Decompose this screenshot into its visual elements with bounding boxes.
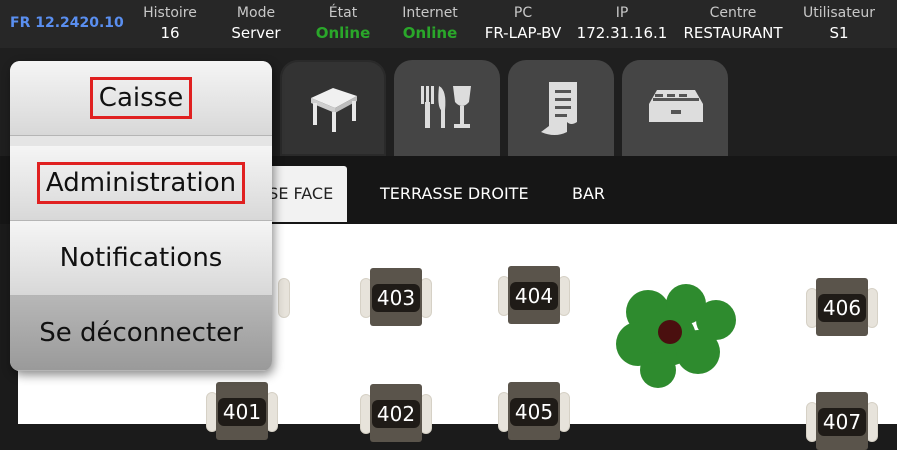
- tab-bar[interactable]: BAR: [572, 166, 605, 222]
- status-value: FR-LAP-BV: [484, 24, 562, 42]
- table-icon: [311, 88, 357, 132]
- status-label: Utilisateur: [802, 5, 875, 21]
- tab-terrasse-droite[interactable]: TERRASSE DROITE: [380, 166, 529, 222]
- status-label: IP: [615, 5, 629, 21]
- table-number: 406: [818, 294, 866, 322]
- menu-label-logout: Se déconnecter: [39, 318, 243, 348]
- table-number: 405: [510, 398, 558, 426]
- menu-item-logout[interactable]: Se déconnecter: [10, 296, 272, 371]
- chair: [278, 278, 290, 318]
- nav-tab-cash-drawer[interactable]: [622, 60, 728, 156]
- status-pc: PC FR-LAP-BV: [468, 4, 578, 44]
- user-menu: Caisse Administration Notifications Se d…: [10, 61, 272, 371]
- table-number: 407: [818, 408, 866, 436]
- cutlery-wine-icon: [421, 86, 471, 128]
- table-number: 403: [372, 284, 420, 312]
- table-number: 404: [510, 282, 558, 310]
- status-ip: IP 172.31.16.1: [567, 4, 677, 44]
- nav-tab-receipts[interactable]: [508, 60, 614, 156]
- status-centre: Centre RESTAURANT: [678, 4, 788, 44]
- status-bar: FR 12.2420.10 Histoire 16 Mode Server Ét…: [0, 0, 897, 48]
- app-version: FR 12.2420.10: [10, 15, 124, 31]
- cash-drawer-icon: [649, 90, 703, 122]
- menu-item-caisse[interactable]: Caisse: [10, 61, 272, 136]
- menu-item-administration[interactable]: Administration: [10, 146, 272, 221]
- status-label: Centre: [709, 5, 757, 21]
- nav-tab-tables[interactable]: [280, 60, 386, 156]
- table-number: 401: [218, 398, 266, 426]
- menu-label-notifications: Notifications: [59, 243, 223, 273]
- status-value: RESTAURANT: [683, 24, 783, 42]
- receipt-icon: [541, 82, 577, 135]
- status-utilisateur: Utilisateur S1: [784, 4, 894, 44]
- nav-tab-menu[interactable]: [394, 60, 500, 156]
- menu-label-administration: Administration: [36, 162, 246, 204]
- plant-icon: [616, 284, 736, 388]
- menu-label-caisse: Caisse: [89, 77, 193, 119]
- status-value: 172.31.16.1: [576, 24, 668, 42]
- status-label: PC: [513, 5, 533, 21]
- status-value: S1: [829, 24, 849, 42]
- menu-item-notifications[interactable]: Notifications: [10, 221, 272, 296]
